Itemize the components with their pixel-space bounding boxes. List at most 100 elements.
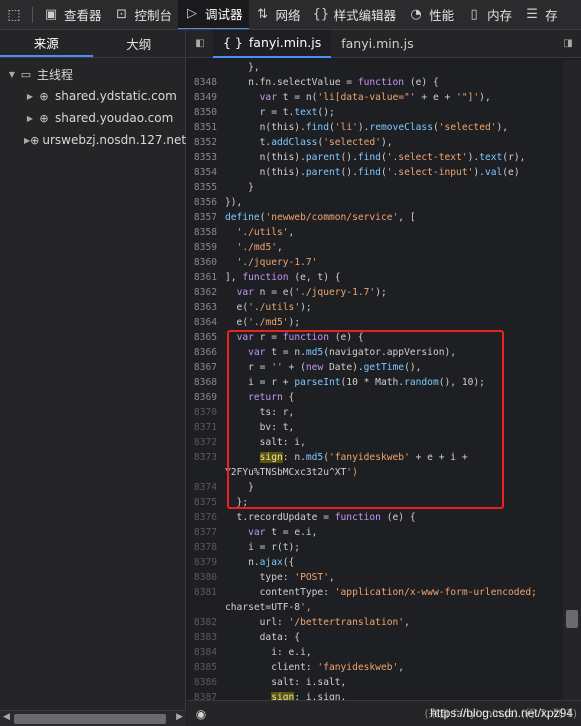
tree-item-domain[interactable]: ▶ ⊕ shared.youdao.com xyxy=(0,107,185,129)
scrollbar-thumb[interactable] xyxy=(14,714,166,724)
line-number[interactable]: 8357 xyxy=(187,210,221,225)
tab-console[interactable]: ⊡ 控制台 xyxy=(108,0,179,29)
line-number[interactable] xyxy=(187,60,221,75)
line-number[interactable]: 8366 xyxy=(187,345,221,360)
line-number[interactable]: 8355 xyxy=(187,180,221,195)
line-number[interactable]: 8353 xyxy=(187,150,221,165)
code-line[interactable]: 8349 var t = n('li[data-value="' + e + '… xyxy=(187,90,561,105)
code-line[interactable]: 8364 e('./md5'); xyxy=(187,315,561,330)
tab-outline[interactable]: 大纲 xyxy=(93,30,186,57)
line-number[interactable]: 8351 xyxy=(187,120,221,135)
code-line[interactable]: 8350 r = t.text(); xyxy=(187,105,561,120)
tab-network[interactable]: ⇅ 网络 xyxy=(249,0,307,29)
editor-tab[interactable]: { } fanyi.min.js xyxy=(213,29,332,58)
toggle-right-pane-icon[interactable]: ◨ xyxy=(555,30,581,58)
code-line[interactable]: 8362 var n = e('./jquery-1.7'); xyxy=(187,285,561,300)
line-number[interactable]: 8363 xyxy=(187,300,221,315)
eye-icon[interactable]: ◉ xyxy=(187,707,215,721)
line-number[interactable]: 8361 xyxy=(187,270,221,285)
line-number[interactable]: 8350 xyxy=(187,105,221,120)
line-number[interactable]: 8352 xyxy=(187,135,221,150)
code-line[interactable]: 8387 sign: i.sign, xyxy=(187,690,561,700)
line-number[interactable]: 8369 xyxy=(187,390,221,405)
tab-sources[interactable]: 来源 xyxy=(0,30,93,57)
toggle-sidebar-icon[interactable]: ◧ xyxy=(187,30,213,58)
code-line[interactable]: charset=UTF-8', xyxy=(187,600,561,615)
line-number[interactable]: 8376 xyxy=(187,510,221,525)
line-number[interactable]: 8374 xyxy=(187,480,221,495)
line-number[interactable]: 8348 xyxy=(187,75,221,90)
line-number[interactable] xyxy=(187,465,221,480)
line-number[interactable]: 8362 xyxy=(187,285,221,300)
code-line[interactable]: 8383 data: { xyxy=(187,630,561,645)
code-line[interactable]: 8363 e('./utils'); xyxy=(187,300,561,315)
line-number[interactable]: 8368 xyxy=(187,375,221,390)
code-line[interactable]: 8380 type: 'POST', xyxy=(187,570,561,585)
code-line[interactable]: 8352 t.addClass('selected'), xyxy=(187,135,561,150)
line-number[interactable]: 8380 xyxy=(187,570,221,585)
line-number[interactable]: 8385 xyxy=(187,660,221,675)
collapsed-arrow-icon[interactable]: ▶ xyxy=(24,92,36,101)
editor-tab[interactable]: fanyi.min.js xyxy=(331,30,423,58)
code-line[interactable]: 8356}), xyxy=(187,195,561,210)
tab-performance[interactable]: ◔ 性能 xyxy=(402,0,460,29)
line-number[interactable]: 8349 xyxy=(187,90,221,105)
code-line[interactable]: 8361], function (e, t) { xyxy=(187,270,561,285)
tree-item-domain[interactable]: ▶ ⊕ urswebzj.nosdn.127.net xyxy=(0,129,186,151)
tab-memory[interactable]: ▯ 内存 xyxy=(460,0,518,29)
line-number[interactable]: 8360 xyxy=(187,255,221,270)
scroll-left-icon[interactable]: ◀ xyxy=(3,712,10,722)
tab-debugger[interactable]: ▷ 调试器 xyxy=(178,0,249,29)
code-line[interactable]: 8360 './jquery-1.7' xyxy=(187,255,561,270)
code-line[interactable]: 8382 url: '/bettertranslation', xyxy=(187,615,561,630)
line-number[interactable]: 8381 xyxy=(187,585,221,600)
line-number[interactable]: 8367 xyxy=(187,360,221,375)
line-number[interactable]: 8377 xyxy=(187,525,221,540)
code-line[interactable]: 8385 client: 'fanyideskweb', xyxy=(187,660,561,675)
line-number[interactable]: 8373 xyxy=(187,450,221,465)
code-line[interactable]: 8354 n(this).parent().find('.select-inpu… xyxy=(187,165,561,180)
line-number[interactable]: 8359 xyxy=(187,240,221,255)
scroll-right-icon[interactable]: ▶ xyxy=(176,712,183,722)
code-line[interactable]: 8348 n.fn.selectValue = function (e) { xyxy=(187,75,561,90)
line-number[interactable]: 8358 xyxy=(187,225,221,240)
line-number[interactable]: 8387 xyxy=(187,690,221,700)
line-number[interactable]: 8383 xyxy=(187,630,221,645)
code-line[interactable]: 8355 } xyxy=(187,180,561,195)
line-number[interactable]: 8354 xyxy=(187,165,221,180)
line-number[interactable]: 8375 xyxy=(187,495,221,510)
line-number[interactable]: 8379 xyxy=(187,555,221,570)
tree-item-domain[interactable]: ▶ ⊕ shared.ydstatic.com xyxy=(0,85,185,107)
code-line[interactable]: 8381 contentType: 'application/x-www-for… xyxy=(187,585,561,600)
line-number[interactable]: 8364 xyxy=(187,315,221,330)
code-line[interactable]: 8386 salt: i.salt, xyxy=(187,675,561,690)
horizontal-scrollbar[interactable]: ◀ ▶ xyxy=(0,710,186,726)
code-line[interactable]: 8376 t.recordUpdate = function (e) { xyxy=(187,510,561,525)
tab-inspector[interactable]: ▣ 查看器 xyxy=(37,0,108,29)
tab-storage[interactable]: ☰ 存 xyxy=(518,0,564,29)
scrollbar-thumb[interactable] xyxy=(566,610,578,628)
code-line[interactable]: 8377 var t = e.i, xyxy=(187,525,561,540)
line-number[interactable]: 8386 xyxy=(187,675,221,690)
line-number[interactable]: 8370 xyxy=(187,405,221,420)
vertical-scrollbar[interactable] xyxy=(563,60,581,700)
element-picker-icon[interactable]: ⬚ xyxy=(0,0,28,29)
code-line[interactable]: 8379 n.ajax({ xyxy=(187,555,561,570)
code-line[interactable]: 8357 define('newweb/common/service', [ xyxy=(187,210,561,225)
line-number[interactable]: 8382 xyxy=(187,615,221,630)
code-line[interactable]: 8358 './utils', xyxy=(187,225,561,240)
line-number[interactable]: 8371 xyxy=(187,420,221,435)
code-line[interactable]: 8378 i = r(t); xyxy=(187,540,561,555)
code-line[interactable]: }, xyxy=(187,60,561,75)
code-line[interactable]: 8359 './md5', xyxy=(187,240,561,255)
line-number[interactable]: 8365 xyxy=(187,330,221,345)
code-line[interactable]: 8353 n(this).parent().find('.select-text… xyxy=(187,150,561,165)
line-number[interactable]: 8384 xyxy=(187,645,221,660)
line-number[interactable] xyxy=(187,600,221,615)
line-number[interactable]: 8356 xyxy=(187,195,221,210)
expanded-arrow-icon[interactable]: ▼ xyxy=(6,70,18,79)
code-line[interactable]: 8384 i: e.i, xyxy=(187,645,561,660)
line-number[interactable]: 8372 xyxy=(187,435,221,450)
code-line[interactable]: 8351 n(this).find('li').removeClass('sel… xyxy=(187,120,561,135)
line-number[interactable]: 8378 xyxy=(187,540,221,555)
